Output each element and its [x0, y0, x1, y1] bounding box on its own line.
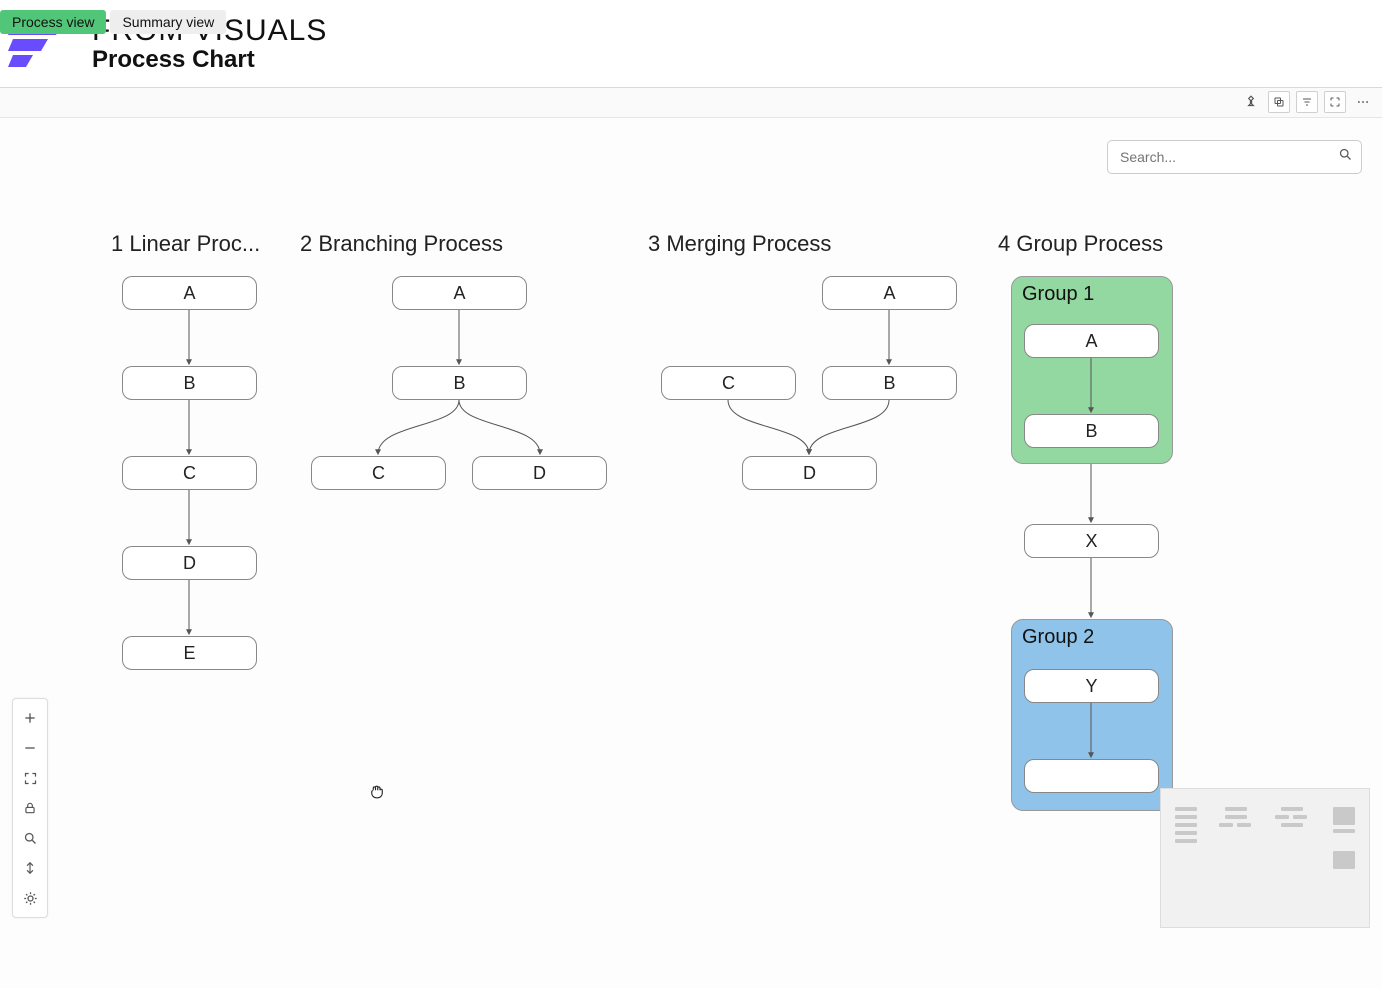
node-group1-b[interactable]: B — [1024, 414, 1159, 448]
theme-button[interactable] — [14, 883, 46, 913]
node-merge-c[interactable]: C — [661, 366, 796, 400]
zoom-out-button[interactable] — [14, 733, 46, 763]
node-merge-b[interactable]: B — [822, 366, 957, 400]
col-title-4: 4 Group Process — [998, 231, 1163, 257]
toolbar-strip — [0, 88, 1382, 118]
node-branch-c[interactable]: C — [311, 456, 446, 490]
search-tool-button[interactable] — [14, 823, 46, 853]
node-branch-d[interactable]: D — [472, 456, 607, 490]
group-2-label: Group 2 — [1022, 626, 1162, 649]
node-group-x[interactable]: X — [1024, 524, 1159, 558]
process-canvas[interactable]: 1 Linear Proc... 2 Branching Process 3 M… — [0, 118, 1382, 988]
col-title-2: 2 Branching Process — [300, 231, 503, 257]
node-group2-y[interactable]: Y — [1024, 669, 1159, 703]
tab-summary-view[interactable]: Summary view — [110, 10, 226, 34]
node-linear-c[interactable]: C — [122, 456, 257, 490]
node-branch-b[interactable]: B — [392, 366, 527, 400]
lock-button[interactable] — [14, 793, 46, 823]
node-linear-d[interactable]: D — [122, 546, 257, 580]
copy-icon[interactable] — [1268, 91, 1290, 113]
node-group2-z[interactable] — [1024, 759, 1159, 793]
tab-process-view[interactable]: Process view — [0, 10, 106, 34]
col-title-3: 3 Merging Process — [648, 231, 831, 257]
view-tabs: Process view Summary view — [0, 10, 230, 34]
focus-mode-icon[interactable] — [1324, 91, 1346, 113]
page-title: Process Chart — [92, 46, 327, 74]
node-linear-b[interactable]: B — [122, 366, 257, 400]
node-merge-a[interactable]: A — [822, 276, 957, 310]
col-title-1: 1 Linear Proc... — [111, 231, 260, 257]
filter-icon[interactable] — [1296, 91, 1318, 113]
more-icon[interactable] — [1352, 91, 1374, 113]
node-linear-a[interactable]: A — [122, 276, 257, 310]
node-merge-d[interactable]: D — [742, 456, 877, 490]
canvas-tool-palette — [12, 698, 48, 918]
pin-icon[interactable] — [1240, 91, 1262, 113]
auto-height-button[interactable] — [14, 853, 46, 883]
group-1-label: Group 1 — [1022, 283, 1162, 306]
node-linear-e[interactable]: E — [122, 636, 257, 670]
minimap[interactable] — [1160, 788, 1370, 928]
zoom-in-button[interactable] — [14, 703, 46, 733]
node-group1-a[interactable]: A — [1024, 324, 1159, 358]
node-branch-a[interactable]: A — [392, 276, 527, 310]
grab-cursor-icon — [368, 782, 386, 805]
fit-screen-button[interactable] — [14, 763, 46, 793]
